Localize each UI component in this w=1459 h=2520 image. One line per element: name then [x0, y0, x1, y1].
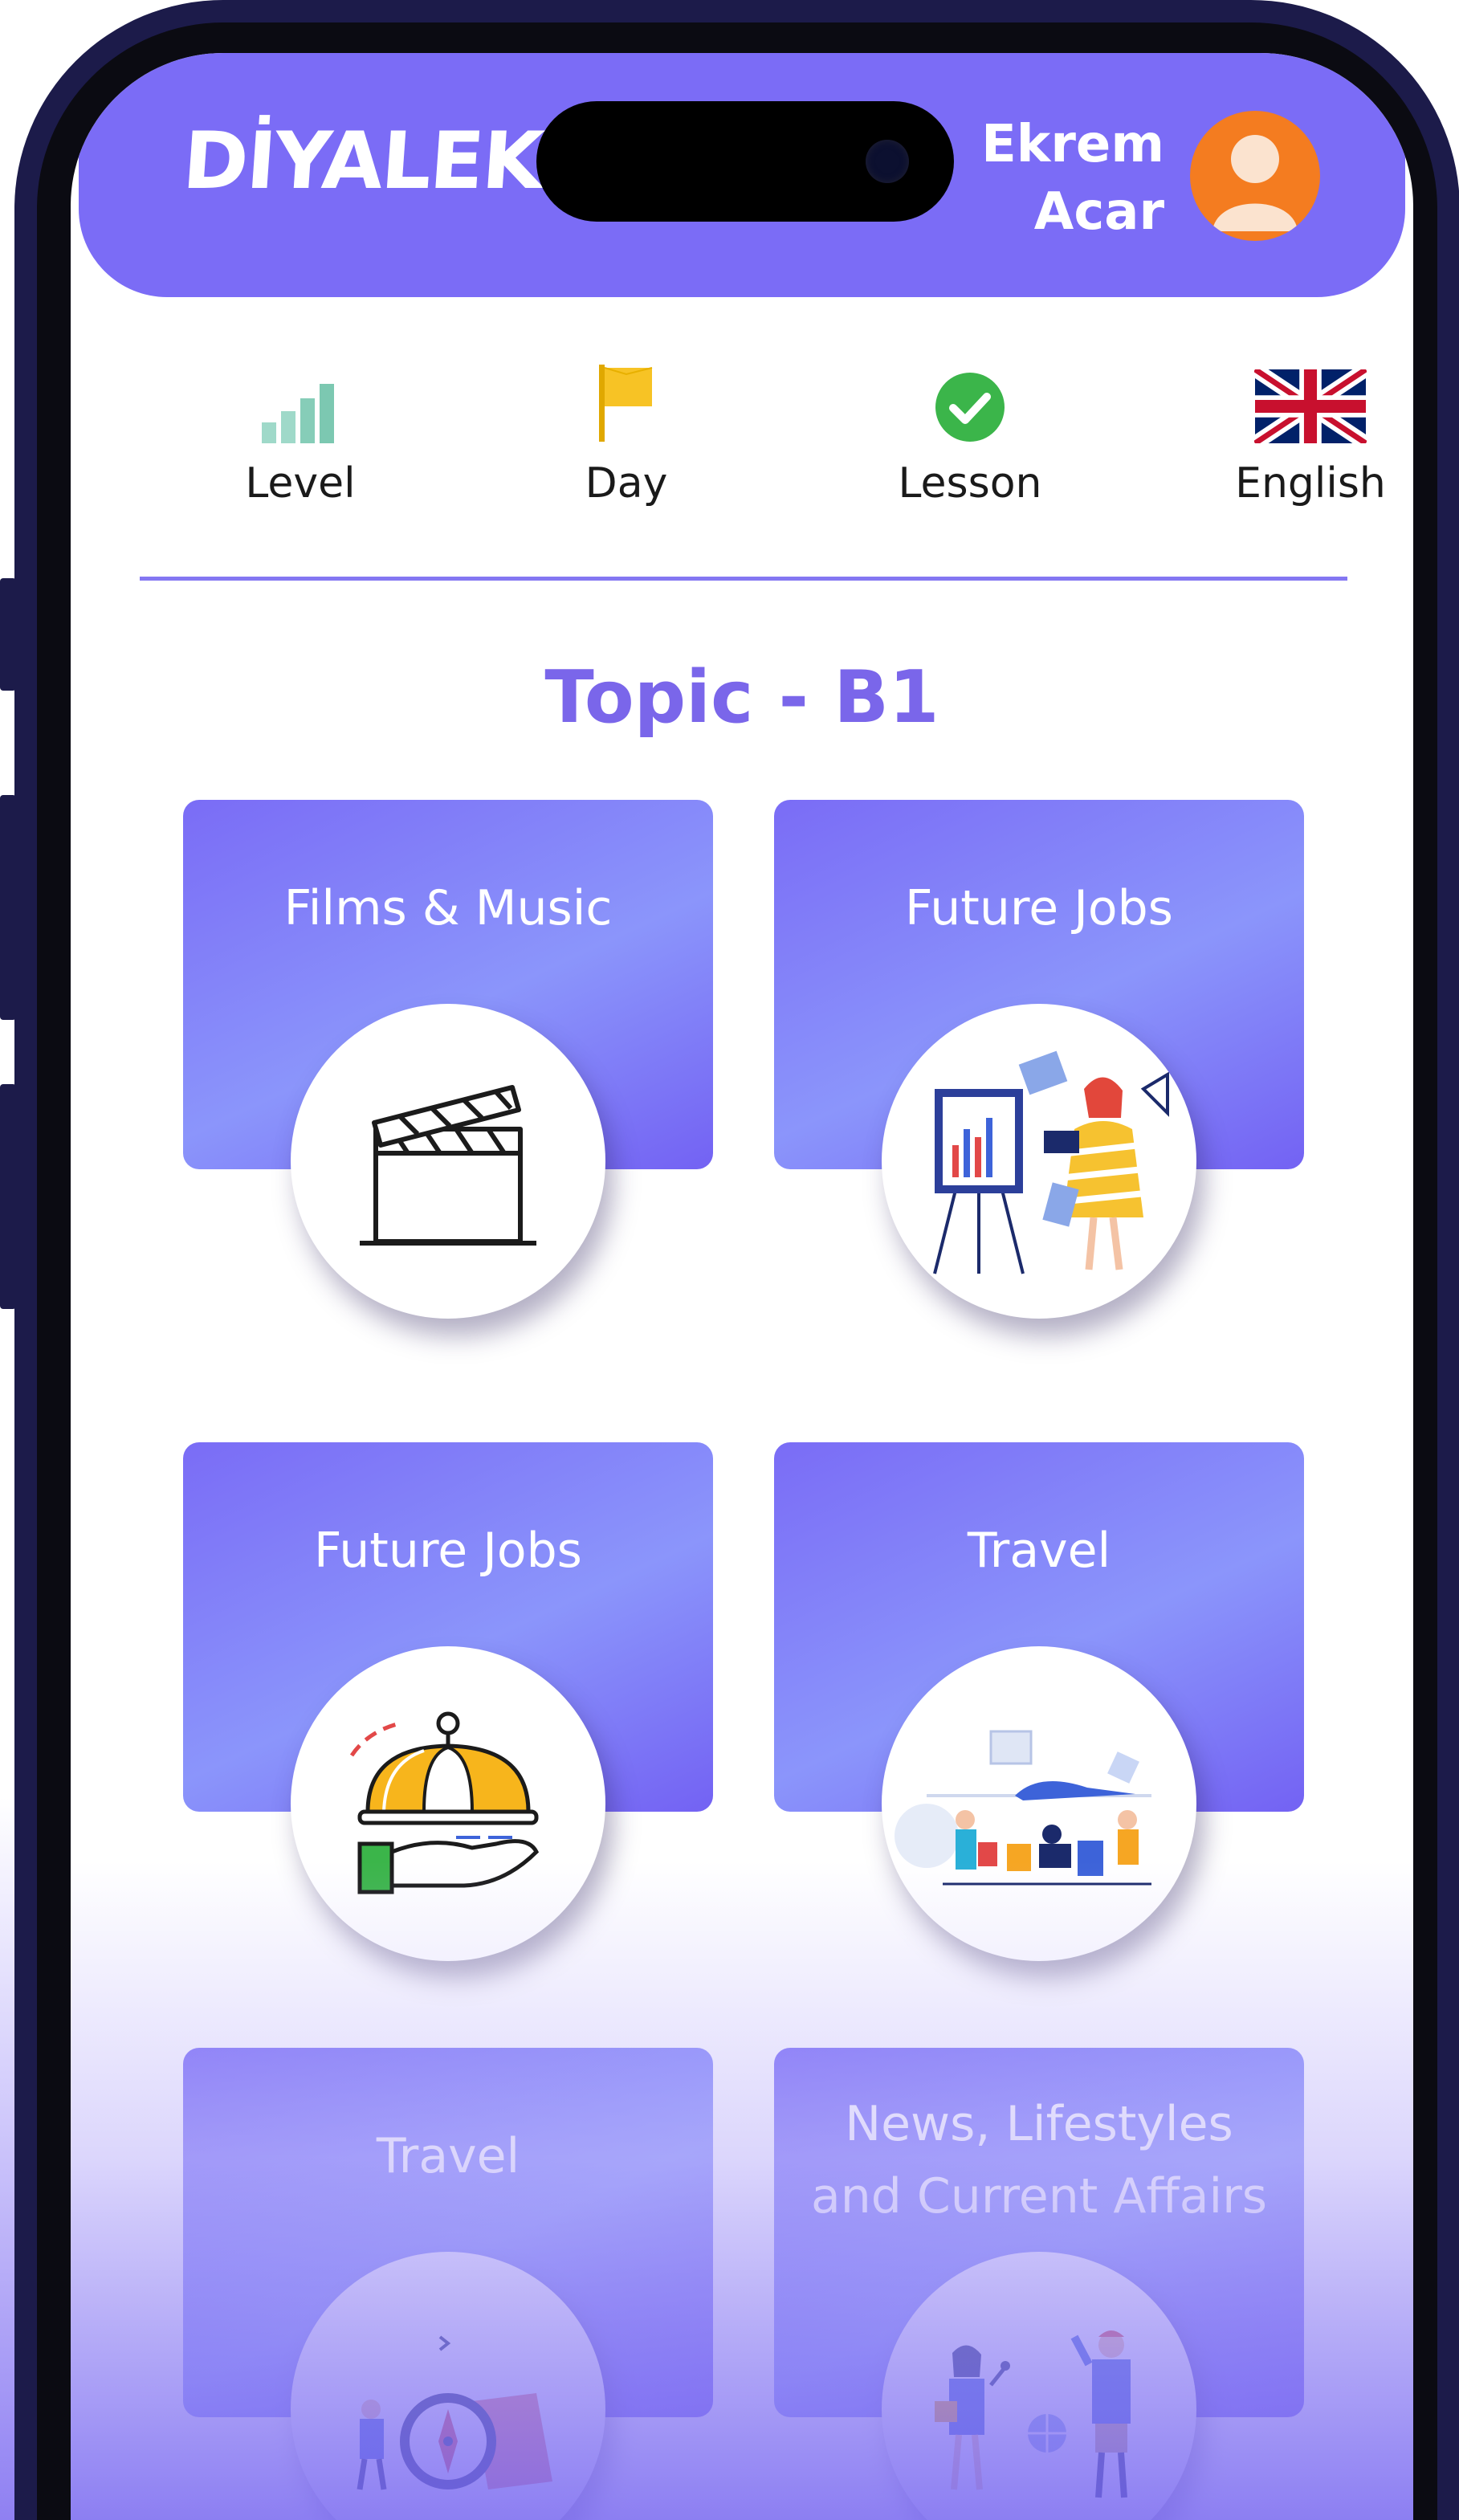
airport-icon	[895, 1730, 1151, 1886]
serving-cloche-icon	[349, 1711, 540, 1894]
stat-day-label: Day	[585, 459, 668, 508]
topic-title: Films & Music	[283, 880, 613, 936]
topic-title-line-1: News, Lifestyles	[845, 2096, 1233, 2152]
dynamic-island	[536, 101, 954, 222]
app-logo: DİYALEKT	[180, 116, 597, 207]
stat-lesson[interactable]: Lesson	[850, 366, 1090, 508]
app-header: DİYALEKT Ekrem Acar	[79, 53, 1405, 297]
clapperboard-icon	[360, 1085, 536, 1246]
topic-image-future-jobs-2[interactable]	[291, 1646, 605, 1961]
topic-title: Travel	[967, 1523, 1111, 1579]
topic-title: News, Lifestyles and Current Affairs	[774, 2088, 1304, 2233]
user-avatar-icon	[1212, 135, 1298, 231]
stat-language[interactable]: English	[1190, 366, 1413, 508]
topic-image-films-music[interactable]	[291, 1004, 605, 1319]
topic-image-future-jobs[interactable]	[882, 1004, 1196, 1319]
topic-title-line-2: and Current Affairs	[810, 2168, 1268, 2224]
phone-side-button	[0, 578, 16, 691]
news-reporters-icon	[935, 2330, 1131, 2498]
phone-side-button	[0, 1084, 16, 1309]
phone-side-button	[0, 795, 16, 1020]
topic-image-travel[interactable]	[882, 1646, 1196, 1961]
uk-flag-icon	[1254, 369, 1367, 443]
presentation-icon	[933, 1050, 1169, 1274]
topic-title: Travel	[376, 2128, 520, 2184]
stat-level[interactable]: Level	[180, 366, 421, 508]
topic-title: Future Jobs	[314, 1523, 582, 1579]
stat-language-label: English	[1235, 459, 1386, 508]
page-title: Topic - B1	[544, 655, 939, 740]
compass-map-icon	[357, 2335, 552, 2490]
signal-bars-icon	[262, 384, 334, 443]
stat-level-label: Level	[245, 459, 356, 508]
section-divider	[140, 577, 1347, 581]
avatar[interactable]	[1190, 111, 1320, 241]
app-screen: DİYALEKT Ekrem Acar Level Day Lesson Eng…	[71, 53, 1413, 2520]
check-circle-icon	[935, 373, 1005, 442]
stat-day[interactable]: Day	[506, 365, 747, 508]
flag-icon	[599, 365, 653, 442]
user-first-name: Ekrem	[981, 115, 1164, 174]
front-camera	[866, 140, 909, 183]
user-last-name: Acar	[1033, 182, 1164, 242]
topic-title: Future Jobs	[905, 880, 1173, 936]
user-name[interactable]: Ekrem Acar	[981, 111, 1164, 246]
stat-lesson-label: Lesson	[898, 459, 1042, 508]
